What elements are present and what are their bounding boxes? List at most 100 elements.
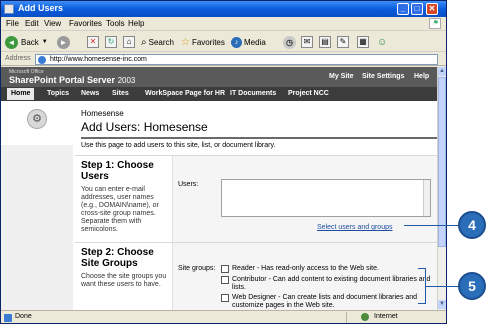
callout-line-4 (404, 225, 458, 226)
contributor-label: Contributor - Can add content to existin… (232, 276, 431, 291)
media-button[interactable]: ♪ Media (231, 35, 266, 49)
callout-line-5 (425, 286, 458, 287)
group-option-reader[interactable]: Reader - Has read-only access to the Web… (221, 265, 431, 273)
web-designer-label: Web Designer - Can create lists and docu… (232, 294, 418, 309)
users-input[interactable] (221, 179, 431, 217)
nav-news[interactable]: News (81, 90, 99, 97)
step2-description: Choose the site groups you want these us… (81, 273, 167, 288)
page-status-icon (4, 314, 12, 322)
nav-workspace-hr[interactable]: WorkSpace Page for HR (145, 90, 225, 97)
forward-button[interactable]: ► (57, 35, 70, 49)
ie-page-icon (38, 56, 46, 64)
ie-app-icon (4, 4, 14, 14)
back-button[interactable]: ◄ Back ▼ (5, 35, 48, 49)
step2-fields: Site groups: Reader - Has read-only acce… (172, 243, 437, 310)
forward-arrow-icon: ► (57, 35, 70, 49)
group-option-web-designer[interactable]: Web Designer - Can create lists and docu… (221, 294, 431, 310)
step1-description: You can enter e-mail addresses, user nam… (81, 186, 159, 233)
reader-checkbox[interactable] (221, 265, 229, 273)
messenger-icon: ☺ (377, 36, 388, 48)
callout-bracket-bottom (418, 303, 426, 304)
scroll-down-icon[interactable]: ▼ (438, 300, 446, 309)
discuss-button[interactable]: ▦ (357, 35, 369, 49)
group-option-contributor[interactable]: Contributor - Can add content to existin… (221, 276, 431, 292)
refresh-button[interactable]: ↻ (105, 35, 117, 49)
dropdown-arrow-icon: ▼ (41, 39, 48, 45)
nav-topics[interactable]: Topics (47, 90, 69, 97)
security-zone: Internet (346, 312, 444, 323)
mail-icon: ✉ (301, 36, 313, 48)
search-icon: ⌕ (141, 36, 147, 48)
favorites-label: Favorites (191, 37, 225, 47)
my-site-link[interactable]: My Site (329, 73, 354, 80)
title-divider (81, 137, 437, 139)
media-label: Media (244, 37, 266, 47)
add-users-icon: ⚙ (27, 109, 47, 129)
select-users-link[interactable]: Select users and groups (317, 224, 393, 231)
back-arrow-icon: ◄ (5, 35, 18, 49)
page-header: ⚙ Homesense Add Users: Homesense (1, 101, 437, 145)
address-input[interactable]: http://www.homesense-inc.com (35, 54, 438, 65)
media-icon: ♪ (231, 36, 242, 48)
edit-button[interactable]: ✎ (337, 35, 349, 49)
menu-help[interactable]: Help (128, 19, 144, 28)
step1-title: Step 1: Choose Users (81, 160, 154, 182)
site-settings-link[interactable]: Site Settings (362, 73, 404, 80)
scroll-up-icon[interactable]: ▲ (438, 67, 446, 76)
step2-title: Step 2: Choose Site Groups (81, 247, 154, 269)
globe-icon (361, 313, 369, 321)
history-button[interactable]: ◷ (283, 35, 296, 49)
site-name: Homesense (81, 109, 124, 118)
page-content: Microsoft Office SharePoint Portal Serve… (1, 67, 437, 310)
close-button[interactable]: ✕ (426, 3, 438, 15)
sharepoint-header: Microsoft Office SharePoint Portal Serve… (1, 67, 437, 87)
brand-name: SharePoint Portal Server (9, 75, 116, 85)
search-button[interactable]: ⌕ Search (141, 35, 174, 49)
toolbar: ◄ Back ▼ ► ✕ ↻ ⌂ ⌕ Search ☆ Favorites ♪ … (1, 32, 446, 52)
page-scrollbar[interactable]: ▲ ▼ (437, 67, 446, 310)
menu-edit[interactable]: Edit (25, 19, 39, 28)
home-button[interactable]: ⌂ (123, 35, 135, 49)
address-bar: Address http://www.homesense-inc.com (1, 53, 446, 66)
favorites-button[interactable]: ☆ Favorites (181, 35, 225, 49)
step1-section: Step 1: Choose Users You can enter e-mai… (75, 155, 437, 242)
browser-window: Add Users _ □ ✕ File Edit View Favorites… (0, 0, 447, 324)
reader-label: Reader - Has read-only access to the Web… (232, 265, 379, 272)
nav-it-documents[interactable]: IT Documents (230, 90, 276, 97)
status-text: Done (15, 313, 32, 320)
maximize-button[interactable]: □ (411, 3, 423, 15)
contributor-checkbox[interactable] (221, 276, 229, 284)
menu-favorites[interactable]: Favorites (69, 19, 102, 28)
discuss-icon: ▦ (357, 36, 369, 48)
step2-section: Step 2: Choose Site Groups Choose the si… (75, 242, 437, 310)
windows-flag-icon: ⚑ (429, 18, 441, 29)
minimize-button[interactable]: _ (397, 3, 409, 15)
help-link[interactable]: Help (414, 73, 429, 80)
nav-project-ncc[interactable]: Project NCC (288, 90, 329, 97)
menu-file[interactable]: File (6, 19, 19, 28)
address-label: Address (5, 55, 31, 62)
nav-home[interactable]: Home (7, 88, 35, 100)
brand-version: 2003 (117, 76, 136, 85)
users-input-scrollbar[interactable] (423, 180, 430, 216)
menu-bar: File Edit View Favorites Tools Help ⚑ (1, 17, 446, 31)
page-description: Use this page to add users to this site,… (81, 142, 276, 149)
menu-tools[interactable]: Tools (106, 19, 125, 28)
users-label: Users: (178, 181, 199, 188)
menu-view[interactable]: View (44, 19, 61, 28)
print-button[interactable]: ▤ (319, 35, 331, 49)
mail-button[interactable]: ✉ (301, 35, 313, 49)
callout-marker-5: 5 (458, 272, 486, 300)
scroll-thumb[interactable] (438, 77, 446, 247)
search-label: Search (148, 37, 174, 47)
step1-fields: Users: Select users and groups (172, 156, 437, 242)
status-bar: Done Internet (1, 310, 446, 323)
back-label: Back (21, 37, 39, 47)
top-navigation: Home Topics News Sites WorkSpace Page fo… (1, 87, 437, 101)
web-designer-checkbox[interactable] (221, 294, 229, 302)
stop-button[interactable]: ✕ (87, 35, 99, 49)
messenger-button[interactable]: ☺ (377, 35, 387, 49)
nav-sites[interactable]: Sites (112, 90, 129, 97)
site-groups-label: Site groups: (178, 265, 216, 272)
address-url: http://www.homesense-inc.com (50, 56, 147, 63)
